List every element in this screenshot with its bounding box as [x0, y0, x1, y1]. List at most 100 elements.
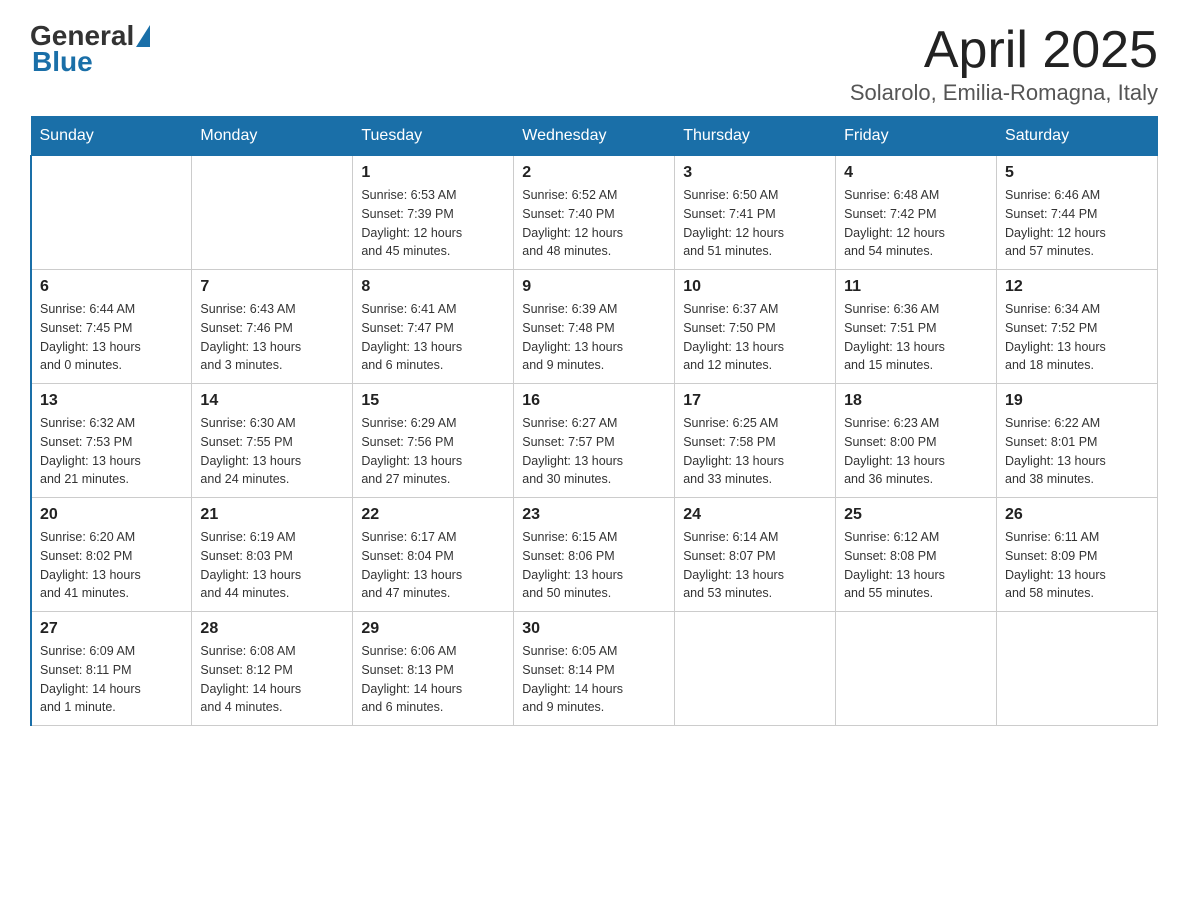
- day-info-1-5: Sunrise: 6:36 AM Sunset: 7:51 PM Dayligh…: [844, 300, 988, 375]
- day-number-0-4: 3: [683, 164, 827, 182]
- location-subtitle: Solarolo, Emilia-Romagna, Italy: [850, 80, 1158, 106]
- day-info-0-3: Sunrise: 6:52 AM Sunset: 7:40 PM Dayligh…: [522, 186, 666, 261]
- cell-3-1: 21Sunrise: 6:19 AM Sunset: 8:03 PM Dayli…: [192, 498, 353, 612]
- day-number-2-5: 18: [844, 392, 988, 410]
- cell-2-2: 15 Sunrise: 6:29 AM Sunset: 7:56 PM Dayli…: [353, 384, 514, 498]
- day-info-1-3: Sunrise: 6:39 AM Sunset: 7:48 PM Dayligh…: [522, 300, 666, 375]
- day-info-2-1: Sunrise: 6:30 AM Sunset: 7:55 PM Dayligh…: [200, 414, 344, 489]
- header-tuesday: Tuesday: [353, 117, 514, 156]
- day-number-4-2: 29: [361, 620, 505, 638]
- day-number-2-3: 16: [522, 392, 666, 410]
- cell-0-4: 3Sunrise: 6:50 AM Sunset: 7:41 PM Daylig…: [675, 156, 836, 270]
- day-number-3-5: 25: [844, 506, 988, 524]
- day-info-3-5: Sunrise: 6:12 AM Sunset: 8:08 PM Dayligh…: [844, 528, 988, 603]
- day-info-1-0: Sunrise: 6:44 AM Sunset: 7:45 PM Dayligh…: [40, 300, 183, 375]
- day-number-0-3: 2: [522, 164, 666, 182]
- week-row-2: 13 Sunrise: 6:32 AM Sunset: 7:53 PM Dayli…: [31, 384, 1158, 498]
- day-number-3-3: 23: [522, 506, 666, 524]
- cell-3-4: 24 Sunrise: 6:14 AM Sunset: 8:07 PM Dayli…: [675, 498, 836, 612]
- day-number-4-3: 30: [522, 620, 666, 638]
- day-info-1-2: Sunrise: 6:41 AM Sunset: 7:47 PM Dayligh…: [361, 300, 505, 375]
- day-info-2-5: Sunrise: 6:23 AM Sunset: 8:00 PM Dayligh…: [844, 414, 988, 489]
- day-number-2-1: 14: [200, 392, 344, 410]
- cell-0-1: [192, 156, 353, 270]
- week-row-0: 1 Sunrise: 6:53 AM Sunset: 7:39 PM Daylig…: [31, 156, 1158, 270]
- day-info-1-6: Sunrise: 6:34 AM Sunset: 7:52 PM Dayligh…: [1005, 300, 1149, 375]
- page-header: General Blue April 2025 Solarolo, Emilia…: [30, 20, 1158, 106]
- header-thursday: Thursday: [675, 117, 836, 156]
- cell-0-0: [31, 156, 192, 270]
- cell-2-1: 14 Sunrise: 6:30 AM Sunset: 7:55 PM Dayli…: [192, 384, 353, 498]
- cell-3-5: 25 Sunrise: 6:12 AM Sunset: 8:08 PM Dayli…: [836, 498, 997, 612]
- month-title: April 2025: [850, 20, 1158, 80]
- cell-0-2: 1 Sunrise: 6:53 AM Sunset: 7:39 PM Daylig…: [353, 156, 514, 270]
- cell-0-3: 2 Sunrise: 6:52 AM Sunset: 7:40 PM Daylig…: [514, 156, 675, 270]
- day-info-3-3: Sunrise: 6:15 AM Sunset: 8:06 PM Dayligh…: [522, 528, 666, 603]
- cell-1-2: 8Sunrise: 6:41 AM Sunset: 7:47 PM Daylig…: [353, 270, 514, 384]
- cell-4-4: [675, 612, 836, 726]
- day-info-3-4: Sunrise: 6:14 AM Sunset: 8:07 PM Dayligh…: [683, 528, 827, 603]
- logo: General Blue: [30, 20, 152, 78]
- day-number-1-0: 6: [40, 278, 183, 296]
- title-section: April 2025 Solarolo, Emilia-Romagna, Ita…: [850, 20, 1158, 106]
- day-number-3-6: 26: [1005, 506, 1149, 524]
- header-monday: Monday: [192, 117, 353, 156]
- cell-1-0: 6 Sunrise: 6:44 AM Sunset: 7:45 PM Daylig…: [31, 270, 192, 384]
- cell-1-1: 7 Sunrise: 6:43 AM Sunset: 7:46 PM Daylig…: [192, 270, 353, 384]
- cell-2-3: 16 Sunrise: 6:27 AM Sunset: 7:57 PM Dayli…: [514, 384, 675, 498]
- cell-1-3: 9 Sunrise: 6:39 AM Sunset: 7:48 PM Daylig…: [514, 270, 675, 384]
- day-info-0-6: Sunrise: 6:46 AM Sunset: 7:44 PM Dayligh…: [1005, 186, 1149, 261]
- day-info-1-1: Sunrise: 6:43 AM Sunset: 7:46 PM Dayligh…: [200, 300, 344, 375]
- cell-0-5: 4 Sunrise: 6:48 AM Sunset: 7:42 PM Daylig…: [836, 156, 997, 270]
- day-info-2-0: Sunrise: 6:32 AM Sunset: 7:53 PM Dayligh…: [40, 414, 183, 489]
- cell-2-6: 19Sunrise: 6:22 AM Sunset: 8:01 PM Dayli…: [997, 384, 1158, 498]
- day-number-0-2: 1: [361, 164, 505, 182]
- day-number-2-0: 13: [40, 392, 183, 410]
- cell-0-6: 5Sunrise: 6:46 AM Sunset: 7:44 PM Daylig…: [997, 156, 1158, 270]
- header-friday: Friday: [836, 117, 997, 156]
- logo-triangle-icon: [136, 25, 150, 47]
- day-info-4-3: Sunrise: 6:05 AM Sunset: 8:14 PM Dayligh…: [522, 642, 666, 717]
- cell-4-6: [997, 612, 1158, 726]
- day-number-2-6: 19: [1005, 392, 1149, 410]
- cell-3-0: 20 Sunrise: 6:20 AM Sunset: 8:02 PM Dayli…: [31, 498, 192, 612]
- day-info-3-2: Sunrise: 6:17 AM Sunset: 8:04 PM Dayligh…: [361, 528, 505, 603]
- day-info-2-3: Sunrise: 6:27 AM Sunset: 7:57 PM Dayligh…: [522, 414, 666, 489]
- day-info-2-2: Sunrise: 6:29 AM Sunset: 7:56 PM Dayligh…: [361, 414, 505, 489]
- day-number-3-1: 21: [200, 506, 344, 524]
- day-number-1-6: 12: [1005, 278, 1149, 296]
- cell-4-3: 30 Sunrise: 6:05 AM Sunset: 8:14 PM Dayli…: [514, 612, 675, 726]
- week-row-3: 20 Sunrise: 6:20 AM Sunset: 8:02 PM Dayli…: [31, 498, 1158, 612]
- cell-3-2: 22 Sunrise: 6:17 AM Sunset: 8:04 PM Dayli…: [353, 498, 514, 612]
- cell-2-5: 18 Sunrise: 6:23 AM Sunset: 8:00 PM Dayli…: [836, 384, 997, 498]
- day-info-0-2: Sunrise: 6:53 AM Sunset: 7:39 PM Dayligh…: [361, 186, 505, 261]
- day-info-1-4: Sunrise: 6:37 AM Sunset: 7:50 PM Dayligh…: [683, 300, 827, 375]
- logo-blue-part: Blue: [32, 46, 93, 77]
- day-number-4-0: 27: [40, 620, 183, 638]
- cell-4-2: 29 Sunrise: 6:06 AM Sunset: 8:13 PM Dayli…: [353, 612, 514, 726]
- calendar-table: SundayMondayTuesdayWednesdayThursdayFrid…: [30, 116, 1158, 726]
- day-number-1-3: 9: [522, 278, 666, 296]
- cell-4-1: 28Sunrise: 6:08 AM Sunset: 8:12 PM Dayli…: [192, 612, 353, 726]
- cell-4-0: 27Sunrise: 6:09 AM Sunset: 8:11 PM Dayli…: [31, 612, 192, 726]
- day-info-0-5: Sunrise: 6:48 AM Sunset: 7:42 PM Dayligh…: [844, 186, 988, 261]
- cell-3-6: 26Sunrise: 6:11 AM Sunset: 8:09 PM Dayli…: [997, 498, 1158, 612]
- cell-2-4: 17 Sunrise: 6:25 AM Sunset: 7:58 PM Dayli…: [675, 384, 836, 498]
- day-number-1-4: 10: [683, 278, 827, 296]
- day-number-3-4: 24: [683, 506, 827, 524]
- header-wednesday: Wednesday: [514, 117, 675, 156]
- day-number-0-5: 4: [844, 164, 988, 182]
- week-row-1: 6 Sunrise: 6:44 AM Sunset: 7:45 PM Daylig…: [31, 270, 1158, 384]
- day-info-3-0: Sunrise: 6:20 AM Sunset: 8:02 PM Dayligh…: [40, 528, 183, 603]
- day-number-2-2: 15: [361, 392, 505, 410]
- day-number-3-0: 20: [40, 506, 183, 524]
- day-number-1-1: 7: [200, 278, 344, 296]
- header-saturday: Saturday: [997, 117, 1158, 156]
- day-number-1-5: 11: [844, 278, 988, 296]
- day-number-3-2: 22: [361, 506, 505, 524]
- day-info-4-2: Sunrise: 6:06 AM Sunset: 8:13 PM Dayligh…: [361, 642, 505, 717]
- calendar-body: 1 Sunrise: 6:53 AM Sunset: 7:39 PM Daylig…: [31, 156, 1158, 726]
- day-info-2-4: Sunrise: 6:25 AM Sunset: 7:58 PM Dayligh…: [683, 414, 827, 489]
- cell-2-0: 13 Sunrise: 6:32 AM Sunset: 7:53 PM Dayli…: [31, 384, 192, 498]
- day-number-2-4: 17: [683, 392, 827, 410]
